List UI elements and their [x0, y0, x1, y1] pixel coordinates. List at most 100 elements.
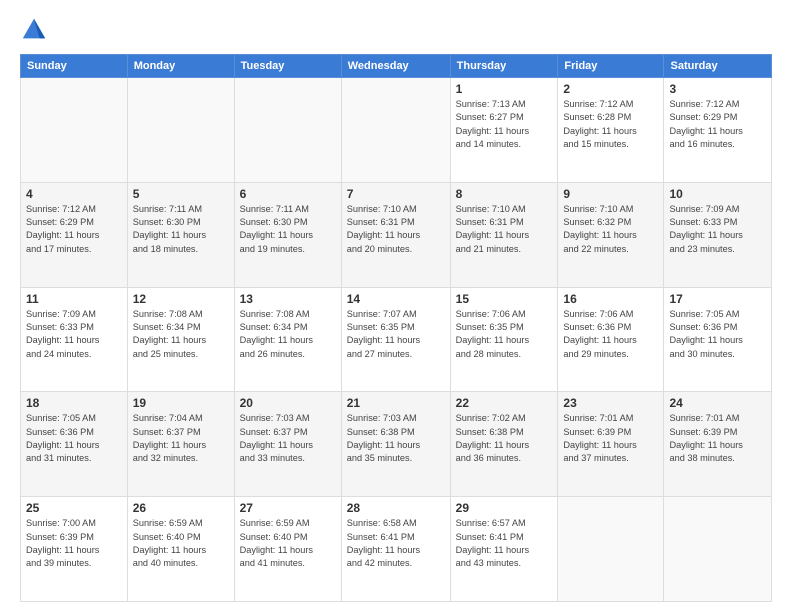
day-cell [664, 497, 772, 602]
header-cell-monday: Monday [127, 55, 234, 78]
day-info: Sunrise: 7:06 AMSunset: 6:36 PMDaylight:… [563, 308, 658, 361]
day-cell: 3 Sunrise: 7:12 AMSunset: 6:29 PMDaylight… [664, 78, 772, 183]
day-info: Sunrise: 7:11 AMSunset: 6:30 PMDaylight:… [240, 203, 336, 256]
day-number: 5 [133, 187, 229, 201]
day-number: 14 [347, 292, 445, 306]
day-info: Sunrise: 7:01 AMSunset: 6:39 PMDaylight:… [563, 412, 658, 465]
day-cell: 18 Sunrise: 7:05 AMSunset: 6:36 PMDayligh… [21, 392, 128, 497]
day-cell: 27 Sunrise: 6:59 AMSunset: 6:40 PMDayligh… [234, 497, 341, 602]
day-cell: 8 Sunrise: 7:10 AMSunset: 6:31 PMDaylight… [450, 182, 558, 287]
day-info: Sunrise: 7:05 AMSunset: 6:36 PMDaylight:… [26, 412, 122, 465]
header-row: SundayMondayTuesdayWednesdayThursdayFrid… [21, 55, 772, 78]
day-number: 19 [133, 396, 229, 410]
day-info: Sunrise: 7:02 AMSunset: 6:38 PMDaylight:… [456, 412, 553, 465]
day-number: 10 [669, 187, 766, 201]
day-info: Sunrise: 7:05 AMSunset: 6:36 PMDaylight:… [669, 308, 766, 361]
calendar-header: SundayMondayTuesdayWednesdayThursdayFrid… [21, 55, 772, 78]
day-number: 24 [669, 396, 766, 410]
day-number: 28 [347, 501, 445, 515]
day-number: 4 [26, 187, 122, 201]
day-info: Sunrise: 7:04 AMSunset: 6:37 PMDaylight:… [133, 412, 229, 465]
day-cell: 19 Sunrise: 7:04 AMSunset: 6:37 PMDayligh… [127, 392, 234, 497]
header-cell-tuesday: Tuesday [234, 55, 341, 78]
header [20, 16, 772, 44]
calendar-body: 1 Sunrise: 7:13 AMSunset: 6:27 PMDaylight… [21, 78, 772, 602]
day-number: 17 [669, 292, 766, 306]
week-row-2: 11 Sunrise: 7:09 AMSunset: 6:33 PMDayligh… [21, 287, 772, 392]
day-number: 27 [240, 501, 336, 515]
day-info: Sunrise: 7:03 AMSunset: 6:38 PMDaylight:… [347, 412, 445, 465]
day-info: Sunrise: 7:06 AMSunset: 6:35 PMDaylight:… [456, 308, 553, 361]
day-number: 16 [563, 292, 658, 306]
day-cell: 25Sunrise: 7:00 AMSunset: 6:39 PMDayligh… [21, 497, 128, 602]
day-cell: 10 Sunrise: 7:09 AMSunset: 6:33 PMDayligh… [664, 182, 772, 287]
day-info: Sunrise: 7:01 AMSunset: 6:39 PMDaylight:… [669, 412, 766, 465]
day-cell: 1 Sunrise: 7:13 AMSunset: 6:27 PMDaylight… [450, 78, 558, 183]
day-info: Sunrise: 7:11 AMSunset: 6:30 PMDaylight:… [133, 203, 229, 256]
day-info: Sunrise: 7:10 AMSunset: 6:31 PMDaylight:… [347, 203, 445, 256]
day-number: 25 [26, 501, 122, 515]
week-row-1: 4 Sunrise: 7:12 AMSunset: 6:29 PMDaylight… [21, 182, 772, 287]
week-row-0: 1 Sunrise: 7:13 AMSunset: 6:27 PMDaylight… [21, 78, 772, 183]
week-row-4: 25Sunrise: 7:00 AMSunset: 6:39 PMDayligh… [21, 497, 772, 602]
day-number: 21 [347, 396, 445, 410]
day-info: Sunrise: 7:10 AMSunset: 6:31 PMDaylight:… [456, 203, 553, 256]
day-cell [127, 78, 234, 183]
day-cell [21, 78, 128, 183]
day-number: 29 [456, 501, 553, 515]
day-cell: 23 Sunrise: 7:01 AMSunset: 6:39 PMDayligh… [558, 392, 664, 497]
day-cell [558, 497, 664, 602]
day-cell: 4 Sunrise: 7:12 AMSunset: 6:29 PMDaylight… [21, 182, 128, 287]
day-cell: 11 Sunrise: 7:09 AMSunset: 6:33 PMDayligh… [21, 287, 128, 392]
day-number: 9 [563, 187, 658, 201]
day-info: Sunrise: 7:08 AMSunset: 6:34 PMDaylight:… [240, 308, 336, 361]
day-number: 3 [669, 82, 766, 96]
header-cell-wednesday: Wednesday [341, 55, 450, 78]
header-cell-saturday: Saturday [664, 55, 772, 78]
day-cell [234, 78, 341, 183]
day-cell: 28Sunrise: 6:58 AMSunset: 6:41 PMDayligh… [341, 497, 450, 602]
day-cell: 9Sunrise: 7:10 AMSunset: 6:32 PMDaylight… [558, 182, 664, 287]
day-info: Sunrise: 7:12 AMSunset: 6:28 PMDaylight:… [563, 98, 658, 151]
day-info: Sunrise: 7:13 AMSunset: 6:27 PMDaylight:… [456, 98, 553, 151]
day-number: 23 [563, 396, 658, 410]
day-cell: 17 Sunrise: 7:05 AMSunset: 6:36 PMDayligh… [664, 287, 772, 392]
day-info: Sunrise: 7:03 AMSunset: 6:37 PMDaylight:… [240, 412, 336, 465]
day-number: 1 [456, 82, 553, 96]
logo-icon [20, 16, 48, 44]
day-cell: 14 Sunrise: 7:07 AMSunset: 6:35 PMDayligh… [341, 287, 450, 392]
day-number: 2 [563, 82, 658, 96]
day-number: 20 [240, 396, 336, 410]
day-number: 15 [456, 292, 553, 306]
day-cell: 22Sunrise: 7:02 AMSunset: 6:38 PMDayligh… [450, 392, 558, 497]
day-cell: 29Sunrise: 6:57 AMSunset: 6:41 PMDayligh… [450, 497, 558, 602]
day-info: Sunrise: 7:08 AMSunset: 6:34 PMDaylight:… [133, 308, 229, 361]
day-cell: 20 Sunrise: 7:03 AMSunset: 6:37 PMDayligh… [234, 392, 341, 497]
day-cell: 26 Sunrise: 6:59 AMSunset: 6:40 PMDayligh… [127, 497, 234, 602]
day-number: 11 [26, 292, 122, 306]
day-number: 7 [347, 187, 445, 201]
page: SundayMondayTuesdayWednesdayThursdayFrid… [0, 0, 792, 612]
day-number: 26 [133, 501, 229, 515]
day-info: Sunrise: 7:09 AMSunset: 6:33 PMDaylight:… [26, 308, 122, 361]
day-number: 18 [26, 396, 122, 410]
header-cell-sunday: Sunday [21, 55, 128, 78]
week-row-3: 18 Sunrise: 7:05 AMSunset: 6:36 PMDayligh… [21, 392, 772, 497]
day-info: Sunrise: 7:07 AMSunset: 6:35 PMDaylight:… [347, 308, 445, 361]
day-cell [341, 78, 450, 183]
day-info: Sunrise: 7:12 AMSunset: 6:29 PMDaylight:… [669, 98, 766, 151]
day-cell: 13 Sunrise: 7:08 AMSunset: 6:34 PMDayligh… [234, 287, 341, 392]
day-info: Sunrise: 6:59 AMSunset: 6:40 PMDaylight:… [240, 517, 336, 570]
calendar-table: SundayMondayTuesdayWednesdayThursdayFrid… [20, 54, 772, 602]
day-info: Sunrise: 7:09 AMSunset: 6:33 PMDaylight:… [669, 203, 766, 256]
day-cell: 24 Sunrise: 7:01 AMSunset: 6:39 PMDayligh… [664, 392, 772, 497]
logo [20, 16, 52, 44]
day-cell: 21 Sunrise: 7:03 AMSunset: 6:38 PMDayligh… [341, 392, 450, 497]
day-cell: 5 Sunrise: 7:11 AMSunset: 6:30 PMDaylight… [127, 182, 234, 287]
day-info: Sunrise: 7:12 AMSunset: 6:29 PMDaylight:… [26, 203, 122, 256]
day-info: Sunrise: 6:59 AMSunset: 6:40 PMDaylight:… [133, 517, 229, 570]
day-cell: 16 Sunrise: 7:06 AMSunset: 6:36 PMDayligh… [558, 287, 664, 392]
day-number: 13 [240, 292, 336, 306]
day-number: 8 [456, 187, 553, 201]
day-cell: 2 Sunrise: 7:12 AMSunset: 6:28 PMDaylight… [558, 78, 664, 183]
